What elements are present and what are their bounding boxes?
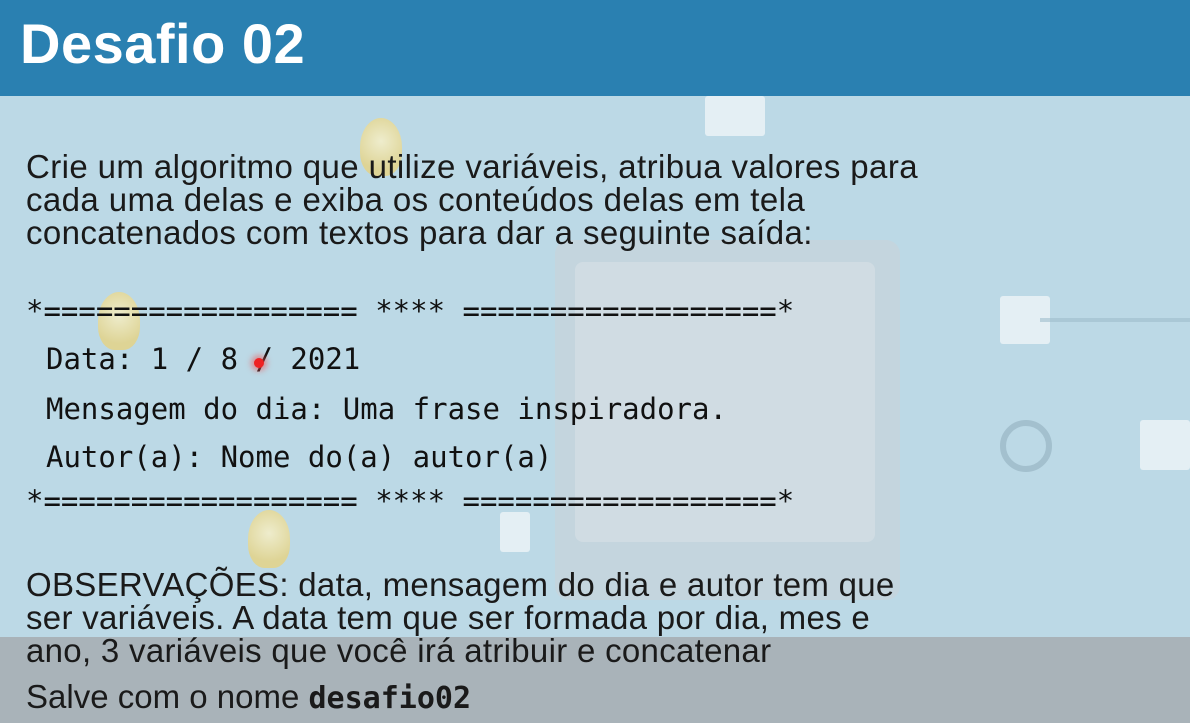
observation-line: ser variáveis. A data tem que ser formad…: [26, 599, 871, 636]
output-border-top: *================== **** ===============…: [26, 294, 795, 328]
instructions: Crie um algoritmo que utilize variáveis,…: [26, 150, 1186, 249]
instruction-line: cada uma delas e exiba os conteúdos dela…: [26, 181, 806, 218]
save-filename: desafio02: [308, 681, 472, 716]
background-card: [705, 96, 765, 136]
instruction-line: Crie um algoritmo que utilize variáveis,…: [26, 148, 918, 185]
save-instruction: Salve com o nome desafio02: [26, 679, 471, 717]
output-message-line: Mensagem do dia: Uma frase inspiradora.: [46, 392, 727, 426]
background-circle: [1000, 420, 1052, 472]
instruction-line: concatenados com textos para dar a segui…: [26, 214, 813, 251]
header-bar: Desafio 02: [0, 0, 1190, 96]
save-prefix: Salve com o nome: [26, 678, 309, 715]
background-line: [1040, 318, 1190, 322]
page-title: Desafio 02: [20, 12, 306, 75]
lightbulb-icon: [248, 510, 290, 568]
observations: OBSERVAÇÕES: data, mensagem do dia e aut…: [26, 568, 1186, 667]
output-author-line: Autor(a): Nome do(a) autor(a): [46, 440, 553, 474]
background-card: [500, 512, 530, 552]
output-date-line: Data: 1 / 8 / 2021: [46, 342, 361, 376]
mouse-pointer-icon: [254, 358, 264, 368]
output-border-bottom: *================== **** ===============…: [26, 484, 795, 518]
observation-line: ano, 3 variáveis que você irá atribuir e…: [26, 632, 772, 669]
background-card: [1140, 420, 1190, 470]
observation-line: OBSERVAÇÕES: data, mensagem do dia e aut…: [26, 566, 895, 603]
